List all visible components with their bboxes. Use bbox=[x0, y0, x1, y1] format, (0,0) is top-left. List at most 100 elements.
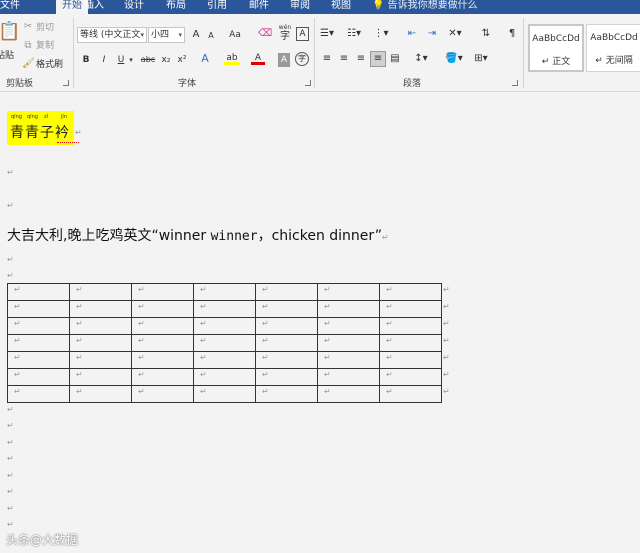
tab-view[interactable]: 视图 bbox=[325, 0, 357, 14]
table-cell[interactable]: ↵ bbox=[131, 334, 194, 352]
table-cell[interactable]: ↵ bbox=[379, 300, 442, 318]
table-cell[interactable]: ↵ bbox=[379, 283, 442, 301]
tab-insert[interactable]: 插入 bbox=[78, 0, 110, 14]
distributed-icon[interactable]: ▤ bbox=[388, 52, 402, 66]
table-cell[interactable]: ↵ bbox=[255, 300, 318, 318]
clear-formatting-icon[interactable]: ⌫ bbox=[258, 27, 272, 41]
shrink-font-button[interactable]: A bbox=[205, 29, 217, 43]
sort-icon[interactable]: ⇅ bbox=[479, 27, 493, 41]
phonetic-guide-button[interactable]: wén 字 bbox=[276, 24, 294, 42]
align-right-icon[interactable]: ≡ bbox=[354, 52, 368, 66]
table-cell[interactable]: ↵ bbox=[317, 283, 380, 301]
superscript-button[interactable]: x² bbox=[176, 53, 188, 67]
document-canvas[interactable]: qīng qīng zǐ jīn 青青子衿 ↵ ↵ ↵ 大吉大利,晚上吃鸡英文“… bbox=[0, 93, 640, 553]
font-launcher-icon[interactable] bbox=[305, 80, 311, 86]
table-cell[interactable]: ↵ bbox=[131, 385, 194, 403]
chinese-layout-icon[interactable]: ✕▾ bbox=[446, 27, 464, 41]
table-cell[interactable]: ↵ bbox=[379, 317, 442, 335]
table-cell[interactable]: ↵ bbox=[255, 385, 318, 403]
justify-icon[interactable]: ≡ bbox=[370, 51, 386, 67]
style-normal[interactable]: AaBbCcDd ↵ 正文 bbox=[528, 24, 584, 72]
paste-button-label[interactable]: 粘贴 bbox=[0, 50, 14, 62]
strikethrough-button[interactable]: abc bbox=[139, 53, 157, 67]
italic-button[interactable]: I bbox=[98, 53, 110, 67]
table-cell[interactable]: ↵ bbox=[69, 368, 132, 386]
table-cell[interactable]: ↵ bbox=[255, 368, 318, 386]
table-cell[interactable]: ↵ bbox=[317, 300, 380, 318]
table-cell[interactable]: ↵ bbox=[69, 351, 132, 369]
bullets-icon[interactable]: ☰▾ bbox=[318, 27, 336, 41]
shading-bucket-icon[interactable]: 🪣▾ bbox=[444, 52, 464, 66]
copy-button[interactable]: 复制 bbox=[36, 40, 54, 52]
text-effects-button[interactable]: A bbox=[198, 52, 212, 66]
table-cell[interactable]: ↵ bbox=[255, 334, 318, 352]
table-cell[interactable]: ↵ bbox=[379, 334, 442, 352]
clipboard-launcher-icon[interactable] bbox=[63, 80, 69, 86]
table-cell[interactable]: ↵ bbox=[193, 283, 256, 301]
table-cell[interactable]: ↵ bbox=[193, 351, 256, 369]
table-cell[interactable]: ↵ bbox=[131, 283, 194, 301]
table-cell[interactable]: ↵ bbox=[7, 317, 70, 335]
character-shading-button[interactable]: A bbox=[278, 53, 290, 67]
table-cell[interactable]: ↵ bbox=[7, 300, 70, 318]
tab-layout[interactable]: 布局 bbox=[160, 0, 192, 14]
borders-icon[interactable]: ⊞▾ bbox=[471, 52, 491, 66]
table-cell[interactable]: ↵ bbox=[131, 317, 194, 335]
highlight-color-button[interactable]: ab bbox=[224, 51, 240, 65]
tab-mailings[interactable]: 邮件 bbox=[243, 0, 275, 14]
title-highlighted-text[interactable]: qīng qīng zǐ jīn 青青子衿 bbox=[7, 111, 79, 145]
change-case-button[interactable]: Aa bbox=[226, 28, 244, 42]
body-sentence[interactable]: 大吉大利,晚上吃鸡英文“winner winner，chicken dinner… bbox=[7, 225, 389, 245]
numbering-icon[interactable]: ☷▾ bbox=[345, 27, 363, 41]
grow-font-button[interactable]: A bbox=[190, 28, 202, 42]
table-cell[interactable]: ↵ bbox=[255, 351, 318, 369]
table-cell[interactable]: ↵ bbox=[379, 351, 442, 369]
table-cell[interactable]: ↵ bbox=[193, 300, 256, 318]
table-cell[interactable]: ↵ bbox=[193, 317, 256, 335]
subscript-button[interactable]: x₂ bbox=[160, 53, 172, 67]
font-color-button[interactable]: A bbox=[251, 51, 265, 65]
tab-references[interactable]: 引用 bbox=[201, 0, 233, 14]
show-marks-icon[interactable]: ¶ bbox=[505, 27, 519, 41]
table-cell[interactable]: ↵ bbox=[317, 368, 380, 386]
table-cell[interactable]: ↵ bbox=[379, 368, 442, 386]
tab-file[interactable]: 文件 bbox=[0, 0, 26, 14]
table-cell[interactable]: ↵ bbox=[131, 351, 194, 369]
multilevel-list-icon[interactable]: ⋮▾ bbox=[372, 27, 390, 41]
line-spacing-icon[interactable]: ↕▾ bbox=[411, 52, 431, 66]
paste-icon[interactable]: 📋 bbox=[0, 20, 20, 48]
table-cell[interactable]: ↵ bbox=[69, 317, 132, 335]
table-cell[interactable]: ↵ bbox=[193, 368, 256, 386]
font-size-combo[interactable]: 小四 ▾ bbox=[148, 27, 185, 43]
table-cell[interactable]: ↵ bbox=[69, 283, 132, 301]
align-left-icon[interactable]: ≡ bbox=[320, 52, 334, 66]
paragraph-launcher-icon[interactable] bbox=[512, 80, 518, 86]
enclose-characters-button[interactable]: 字 bbox=[295, 52, 309, 66]
increase-indent-icon[interactable]: ⇥ bbox=[424, 27, 440, 41]
font-family-combo[interactable]: 等线 (中文正文 ▾ bbox=[77, 27, 147, 43]
decrease-indent-icon[interactable]: ⇤ bbox=[404, 27, 420, 41]
table-cell[interactable]: ↵ bbox=[255, 317, 318, 335]
table-cell[interactable]: ↵ bbox=[317, 334, 380, 352]
table-cell[interactable]: ↵ bbox=[193, 385, 256, 403]
table-cell[interactable]: ↵ bbox=[69, 334, 132, 352]
cut-button[interactable]: 剪切 bbox=[36, 22, 54, 34]
table-cell[interactable]: ↵ bbox=[255, 283, 318, 301]
bold-button[interactable]: B bbox=[80, 53, 92, 67]
tell-me-box[interactable]: 💡 告诉我你想要做什么 bbox=[372, 0, 478, 14]
tab-design[interactable]: 设计 bbox=[118, 0, 150, 14]
table-cell[interactable]: ↵ bbox=[317, 317, 380, 335]
table-cell[interactable]: ↵ bbox=[69, 300, 132, 318]
table-cell[interactable]: ↵ bbox=[317, 385, 380, 403]
format-painter-button[interactable]: 格式刷 bbox=[36, 59, 63, 71]
character-border-button[interactable]: A bbox=[296, 27, 309, 41]
style-no-spacing[interactable]: AaBbCcDd ↵ 无间隔 bbox=[586, 24, 640, 72]
table-cell[interactable]: ↵ bbox=[7, 351, 70, 369]
table-cell[interactable]: ↵ bbox=[131, 368, 194, 386]
table-cell[interactable]: ↵ bbox=[317, 351, 380, 369]
table-cell[interactable]: ↵ bbox=[7, 385, 70, 403]
underline-button[interactable]: U bbox=[115, 53, 127, 67]
table-cell[interactable]: ↵ bbox=[7, 334, 70, 352]
table-cell[interactable]: ↵ bbox=[7, 368, 70, 386]
chevron-down-icon[interactable]: ▾ bbox=[127, 53, 135, 67]
